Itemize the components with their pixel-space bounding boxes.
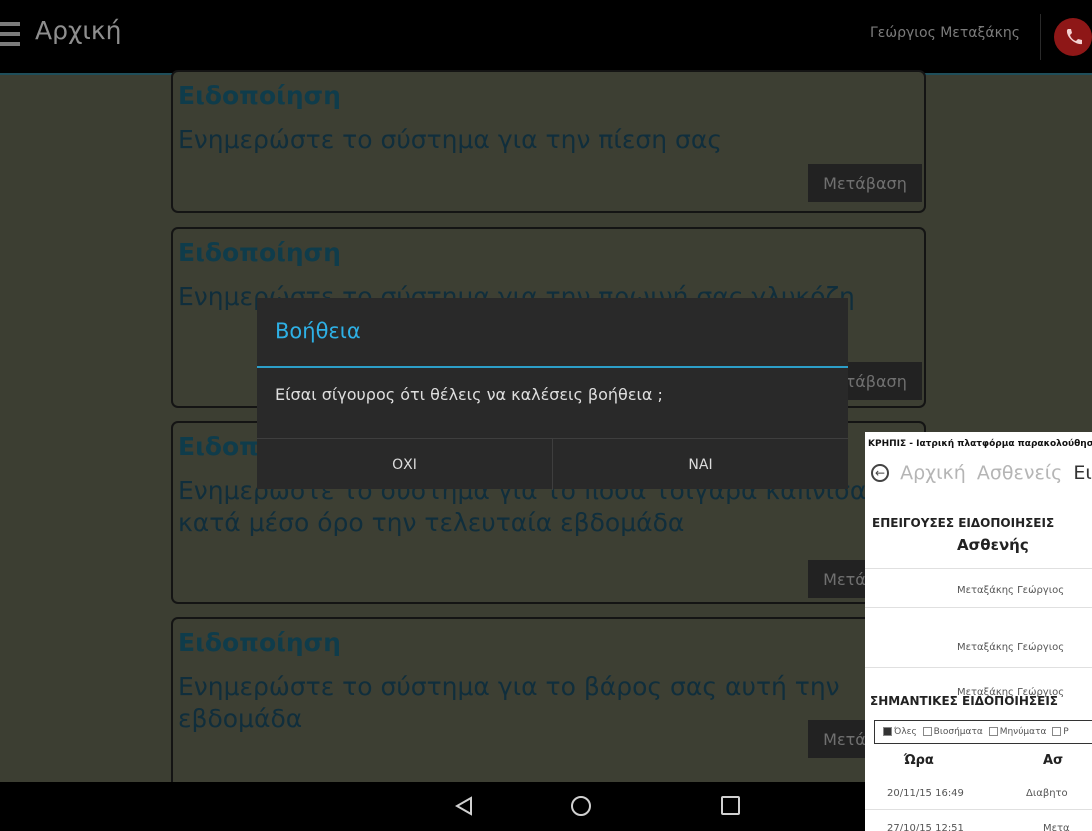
- card-title: Ειδοποίηση: [178, 81, 341, 110]
- back-triangle-icon[interactable]: [455, 796, 473, 816]
- overlay-web-panel: ΚΡΗΠΙΣ - Ιατρική πλατφόρμα παρακολούθηση…: [865, 432, 1092, 831]
- divider: [1040, 14, 1041, 60]
- filter-label: Όλες: [894, 727, 917, 737]
- time-column-heading: Ώρα: [904, 753, 934, 768]
- dialog-divider: [257, 366, 848, 368]
- user-name: Γεώργιος Μεταξάκης: [870, 25, 1020, 41]
- web-header: ΚΡΗΠΙΣ - Ιατρική πλατφόρμα παρακολούθηση…: [868, 439, 1092, 449]
- checkbox-messages[interactable]: [988, 727, 998, 736]
- web-nav: ← Αρχική Ασθενείς Ει: [871, 462, 1092, 486]
- web-tab-patients[interactable]: Ασθενείς: [977, 462, 1062, 484]
- phone-icon: [1066, 29, 1082, 45]
- row-divider: [865, 607, 1092, 608]
- time-cell: 20/11/15 16:49: [887, 788, 964, 799]
- dialog-actions: ΟΧΙ ΝΑΙ: [257, 438, 848, 490]
- patient-cell[interactable]: Μεταξάκης Γεώργιος: [957, 642, 1064, 653]
- app-title[interactable]: Αρχική: [35, 16, 121, 45]
- filter-label: Βιοσήματα: [933, 727, 983, 737]
- hamburger-menu-icon[interactable]: [0, 22, 20, 52]
- patient-column-heading: Ασθενής: [957, 536, 1029, 554]
- important-heading: ΣΗΜΑΝΤΙΚΕΣ ΕΙΔΟΠΟΙΗΣΕΙΣ: [870, 694, 1058, 708]
- back-arrow-icon[interactable]: ←: [871, 464, 889, 482]
- top-app-bar: Αρχική Γεώργιος Μεταξάκης: [0, 0, 1092, 75]
- web-tab-partial[interactable]: Ει: [1073, 462, 1091, 484]
- go-button[interactable]: Μετάβαση: [808, 164, 922, 202]
- web-tab-home[interactable]: Αρχική: [900, 462, 966, 484]
- help-dialog: Βοήθεια Είσαι σίγουρος ότι θέλεις να καλ…: [257, 298, 848, 490]
- checkbox-vitals[interactable]: [922, 727, 932, 736]
- filter-label: Μηνύματα: [999, 727, 1047, 737]
- second-column-heading: Ασ: [1043, 753, 1064, 768]
- filter-label: Ρ: [1063, 727, 1069, 737]
- checkbox-other[interactable]: [1052, 727, 1062, 736]
- card-title: Ειδοποίηση: [178, 238, 341, 267]
- recent-apps-icon[interactable]: [721, 796, 740, 815]
- row-divider: [865, 667, 1092, 668]
- notification-card: Ειδοποίηση Ενημερώστε το σύστημα για την…: [171, 70, 926, 213]
- card-text: Ενημερώστε το σύστημα για την πίεση σας: [178, 125, 723, 154]
- time-cell: 27/10/15 12:51: [887, 823, 964, 831]
- dialog-message: Είσαι σίγουρος ότι θέλεις να καλέσεις βο…: [275, 385, 663, 404]
- value-cell: Μετα: [1043, 823, 1070, 831]
- emergency-call-button[interactable]: [1054, 18, 1092, 56]
- yes-button[interactable]: ΝΑΙ: [553, 439, 848, 490]
- radio-all[interactable]: [883, 727, 892, 736]
- urgent-heading: ΕΠΕΙΓΟΥΣΕΣ ΕΙΔΟΠΟΙΗΣΕΙΣ: [872, 516, 1055, 530]
- notification-card: Ειδοποίηση Ενημερώστε το σύστημα για το …: [171, 617, 926, 807]
- dialog-title: Βοήθεια: [275, 319, 361, 343]
- row-divider: [865, 568, 1092, 569]
- patient-cell[interactable]: Μεταξάκης Γεώργιος: [957, 585, 1064, 596]
- filter-bar: Όλες Βιοσήματα Μηνύματα Ρ: [874, 720, 1092, 744]
- no-button[interactable]: ΟΧΙ: [257, 439, 552, 490]
- value-cell: Διαβητο: [1026, 788, 1068, 799]
- card-title: Ειδοποίηση: [178, 628, 341, 657]
- home-circle-icon[interactable]: [571, 796, 591, 816]
- row-divider: [865, 809, 1092, 810]
